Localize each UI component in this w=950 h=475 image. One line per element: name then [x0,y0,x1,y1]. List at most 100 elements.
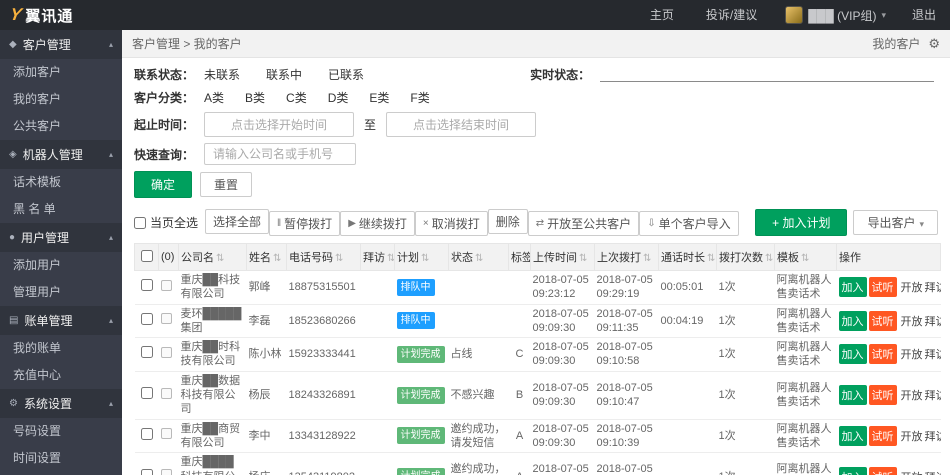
row-checkbox[interactable] [140,468,153,475]
cancel-dial-button[interactable]: × 取消拨打 [414,211,488,236]
single-import-button[interactable]: ⇩ 单个客户导入 [639,211,739,236]
join-button[interactable]: 加入 [838,277,867,298]
sort-icon[interactable]: ⇅ [387,253,394,264]
select-all-button[interactable]: 选择全部 [205,209,270,234]
sidebar-item-3-1[interactable]: 充值中心 [0,362,122,389]
reset-button[interactable]: 重置 [200,172,253,197]
sidebar-item-2-0[interactable]: 添加用户 [0,252,122,279]
listen-button[interactable]: 试听 [868,310,897,331]
column-header-9[interactable]: 通话时长 ⇅ [658,243,717,271]
logout-button[interactable]: 退出 [898,0,950,30]
open-link[interactable]: 开放 [901,349,923,361]
logo[interactable]: Y 翼讯通 [0,5,122,26]
top-nav-item-1[interactable]: 投诉/建议 [690,0,773,30]
sort-icon[interactable]: ⇅ [421,253,429,264]
realtime-status-field[interactable] [600,67,934,82]
category-option-2[interactable]: C类 [286,91,307,105]
column-header-8[interactable]: 上次拨打 ⇅ [594,243,659,271]
listen-button[interactable]: 试听 [868,385,897,406]
column-header-1[interactable]: 姓名 ⇅ [246,243,287,271]
column-header-6[interactable]: 标签⇅ [508,243,531,271]
note-icon[interactable] [160,346,172,358]
resume-dial-button[interactable]: ▶ 继续拨打 [340,211,415,236]
sidebar-section-0[interactable]: ◆ 客户管理 ▴ [0,30,122,59]
sidebar-item-0-0[interactable]: 添加客户 [0,59,122,86]
category-option-3[interactable]: D类 [328,91,349,105]
join-button[interactable]: 加入 [838,385,867,406]
row-checkbox[interactable] [140,312,153,325]
column-header-3[interactable]: 拜访⇅ [360,243,395,271]
pause-dial-button[interactable]: ‖ 暂停拨打 [269,211,341,236]
add-to-plan-button[interactable]: + 加入计划 [755,209,848,236]
sidebar-item-0-2[interactable]: 公共客户 [0,113,122,140]
contact-status-option-1[interactable]: 联系中 [266,68,302,82]
note-icon[interactable] [160,279,172,291]
column-header-2[interactable]: 电话号码 ⇅ [286,243,361,271]
sort-icon[interactable]: ⇅ [335,253,343,264]
visit-link[interactable]: 拜访 [925,431,941,443]
open-to-public-button[interactable]: ⇄ 开放至公共客户 [527,211,640,236]
note-icon[interactable] [160,313,172,325]
column-header-12[interactable]: 操作 [836,243,941,271]
open-link[interactable]: 开放 [901,316,923,328]
join-button[interactable]: 加入 [838,310,867,331]
select-page-checkbox[interactable] [134,216,146,229]
sidebar-section-2[interactable]: ● 用户管理 ▴ [0,223,122,252]
sidebar-item-1-0[interactable]: 话术模板 [0,169,122,196]
listen-button[interactable]: 试听 [868,466,897,475]
row-checkbox[interactable] [140,427,153,440]
sort-icon[interactable]: ⇅ [579,253,587,264]
join-button[interactable]: 加入 [838,425,867,446]
column-header-5[interactable]: 状态 ⇅ [448,243,509,271]
sidebar-section-4[interactable]: ⚙ 系统设置 ▴ [0,389,122,418]
sort-icon[interactable]: ⇅ [643,253,651,264]
sidebar-item-3-0[interactable]: 我的账单 [0,335,122,362]
sort-icon[interactable]: ⇅ [475,253,483,264]
contact-status-option-0[interactable]: 未联系 [204,68,240,82]
column-header-0[interactable]: 公司名 ⇅ [178,243,247,271]
sidebar-section-1[interactable]: ◈ 机器人管理 ▴ [0,140,122,169]
tab-my-customers[interactable]: 我的客户 [872,35,920,52]
column-header-7[interactable]: 上传时间 ⇅ [530,243,595,271]
note-icon[interactable] [160,387,172,399]
note-icon[interactable] [160,428,172,440]
category-option-1[interactable]: B类 [245,91,265,105]
category-option-4[interactable]: E类 [369,91,389,105]
sidebar-item-4-0[interactable]: 号码设置 [0,418,122,445]
listen-button[interactable]: 试听 [868,277,897,298]
listen-button[interactable]: 试听 [868,344,897,365]
delete-button[interactable]: 删除 [487,209,528,234]
start-time-input[interactable]: 点击选择开始时间 [204,112,355,137]
note-icon[interactable] [160,469,172,475]
row-checkbox[interactable] [140,387,153,400]
sort-icon[interactable]: ⇅ [765,253,773,264]
visit-link[interactable]: 拜访 [925,282,941,294]
search-input[interactable] [204,143,357,165]
select-all-checkbox[interactable] [140,249,153,262]
open-link[interactable]: 开放 [901,282,923,294]
sidebar-item-2-1[interactable]: 管理用户 [0,279,122,306]
listen-button[interactable]: 试听 [868,425,897,446]
sidebar-item-4-1[interactable]: 时间设置 [0,445,122,472]
confirm-button[interactable]: 确定 [134,171,193,198]
end-time-input[interactable]: 点击选择结束时间 [386,112,537,137]
export-button[interactable]: 导出客户 ▾ [853,210,938,235]
visit-link[interactable]: 拜访 [925,390,941,402]
sort-icon[interactable]: ⇅ [801,253,809,264]
sort-icon[interactable]: ⇅ [216,253,224,264]
column-header-11[interactable]: 模板 ⇅ [774,243,837,271]
open-link[interactable]: 开放 [901,431,923,443]
user-menu[interactable]: ███ (VIP组) ▾ [773,6,898,24]
column-header-4[interactable]: 计划 ⇅ [394,243,449,271]
sidebar-item-1-1[interactable]: 黑 名 单 [0,196,122,223]
category-option-5[interactable]: F类 [410,91,429,105]
join-button[interactable]: 加入 [838,344,867,365]
sort-icon[interactable]: ⇅ [707,253,715,264]
contact-status-option-2[interactable]: 已联系 [328,68,364,82]
open-link[interactable]: 开放 [901,390,923,402]
row-checkbox[interactable] [140,346,153,359]
sidebar-item-0-1[interactable]: 我的客户 [0,86,122,113]
join-button[interactable]: 加入 [838,466,867,475]
row-checkbox[interactable] [140,279,153,292]
sort-icon[interactable]: ⇅ [273,253,281,264]
